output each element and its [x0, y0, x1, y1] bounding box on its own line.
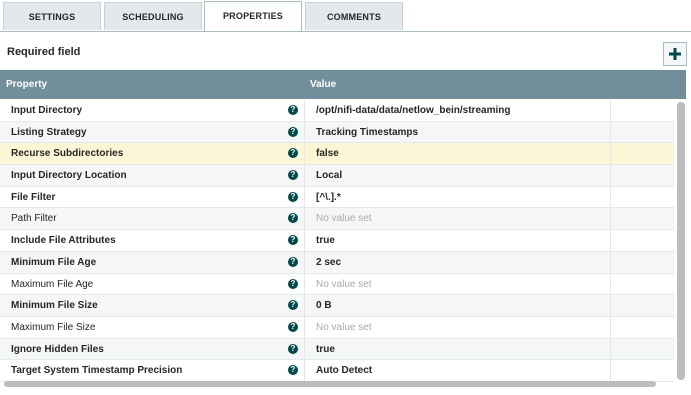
column-divider [304, 338, 305, 360]
table-row[interactable]: Minimum File Age? 2 sec [0, 251, 674, 274]
property-name: Ignore Hidden Files [11, 343, 104, 355]
property-value[interactable]: /opt/nifi-data/data/netlow_bein/streamin… [316, 105, 510, 116]
property-value[interactable]: Tracking Timestamps [316, 127, 418, 138]
property-name: Recurse Subdirectories [11, 148, 124, 160]
property-value[interactable]: true [316, 344, 335, 355]
column-divider [610, 186, 611, 208]
column-divider [304, 100, 305, 121]
column-header-property[interactable]: Property [6, 79, 47, 90]
table-row[interactable]: Target System Timestamp Precision? Auto D… [0, 360, 674, 382]
table-row[interactable]: Include File Attributes? true [0, 230, 674, 252]
info-icon[interactable]: ? [288, 343, 298, 354]
column-divider [304, 165, 305, 186]
horizontal-scrollbar[interactable] [4, 381, 656, 387]
info-icon[interactable]: ? [288, 126, 298, 137]
info-icon[interactable]: ? [288, 191, 298, 202]
tab-bar: SETTINGS SCHEDULING PROPERTIES COMMENTS [0, 0, 691, 32]
property-value[interactable]: Auto Detect [316, 365, 372, 376]
column-divider [304, 208, 305, 230]
column-divider [304, 230, 305, 251]
property-name: Path Filter [11, 213, 57, 225]
property-value[interactable]: No value set [316, 213, 372, 224]
column-divider [304, 273, 305, 295]
required-field-label: Required field [7, 46, 81, 58]
property-value[interactable]: [^\.].* [316, 192, 341, 203]
property-value[interactable]: false [316, 148, 339, 159]
info-icon[interactable]: ? [288, 278, 298, 289]
column-divider [610, 273, 611, 295]
table-row[interactable]: File Filter? [^\.].* [0, 186, 674, 209]
table-body: Input Directory? /opt/nifi-data/data/netl… [0, 100, 674, 382]
column-divider [610, 230, 611, 251]
column-divider [304, 186, 305, 208]
table-row[interactable]: Recurse Subdirectories? false [0, 143, 674, 166]
column-divider [610, 251, 611, 273]
property-value[interactable]: No value set [316, 279, 372, 290]
plus-icon [669, 48, 681, 60]
column-divider [610, 360, 611, 381]
tab-properties[interactable]: PROPERTIES [204, 1, 302, 31]
property-name: Input Directory Location [11, 170, 127, 182]
tab-comments[interactable]: COMMENTS [305, 2, 403, 30]
property-value[interactable]: No value set [316, 322, 372, 333]
table-row[interactable]: Ignore Hidden Files? true [0, 338, 674, 361]
column-divider [304, 360, 305, 381]
info-icon[interactable]: ? [288, 148, 298, 159]
table-row[interactable]: Minimum File Size? 0 B [0, 295, 674, 317]
tab-settings[interactable]: SETTINGS [3, 2, 101, 30]
table-row[interactable]: Maximum File Age? No value set [0, 273, 674, 296]
property-value[interactable]: Local [316, 170, 342, 181]
property-name: Maximum File Age [11, 278, 94, 290]
add-property-button[interactable] [663, 42, 687, 66]
table-row[interactable]: Listing Strategy? Tracking Timestamps [0, 121, 674, 144]
property-name: Maximum File Size [11, 321, 96, 333]
column-divider [304, 295, 305, 316]
property-name: Listing Strategy [11, 126, 87, 138]
table-row[interactable]: Input Directory? /opt/nifi-data/data/netl… [0, 100, 674, 122]
info-icon[interactable]: ? [288, 321, 298, 332]
table-header: Property Value [0, 70, 686, 99]
info-icon[interactable]: ? [288, 300, 298, 311]
info-icon[interactable]: ? [288, 105, 298, 115]
column-divider [610, 208, 611, 230]
property-name: Minimum File Age [11, 256, 97, 268]
column-header-value[interactable]: Value [310, 79, 336, 90]
column-divider [610, 143, 611, 165]
info-icon[interactable]: ? [288, 235, 298, 246]
property-name: Include File Attributes [11, 235, 116, 247]
property-value[interactable]: 2 sec [316, 257, 341, 268]
table-row[interactable]: Input Directory Location? Local [0, 165, 674, 187]
info-icon[interactable]: ? [288, 256, 298, 267]
column-divider [304, 251, 305, 273]
info-icon[interactable]: ? [288, 213, 298, 224]
property-name: Target System Timestamp Precision [11, 365, 183, 377]
property-value[interactable]: true [316, 235, 335, 246]
column-divider [304, 121, 305, 143]
property-name: Input Directory [11, 105, 83, 116]
vertical-scrollbar[interactable] [677, 102, 685, 380]
table-row[interactable]: Maximum File Size? No value set [0, 316, 674, 339]
table-row[interactable]: Path Filter? No value set [0, 208, 674, 231]
property-name: Minimum File Size [11, 300, 98, 312]
column-divider [610, 121, 611, 143]
info-icon[interactable]: ? [288, 170, 298, 181]
property-value[interactable]: 0 B [316, 300, 332, 311]
column-divider [610, 165, 611, 186]
column-divider [304, 143, 305, 165]
info-icon[interactable]: ? [288, 365, 298, 376]
column-divider [610, 295, 611, 316]
column-divider [610, 100, 611, 121]
column-divider [610, 316, 611, 338]
properties-table: Property Value Input Directory? /opt/nifi… [0, 70, 690, 388]
column-divider [610, 338, 611, 360]
property-name: File Filter [11, 191, 56, 203]
column-divider [304, 316, 305, 338]
vertical-scrollbar-thumb[interactable] [677, 102, 685, 380]
tab-scheduling[interactable]: SCHEDULING [104, 2, 202, 30]
